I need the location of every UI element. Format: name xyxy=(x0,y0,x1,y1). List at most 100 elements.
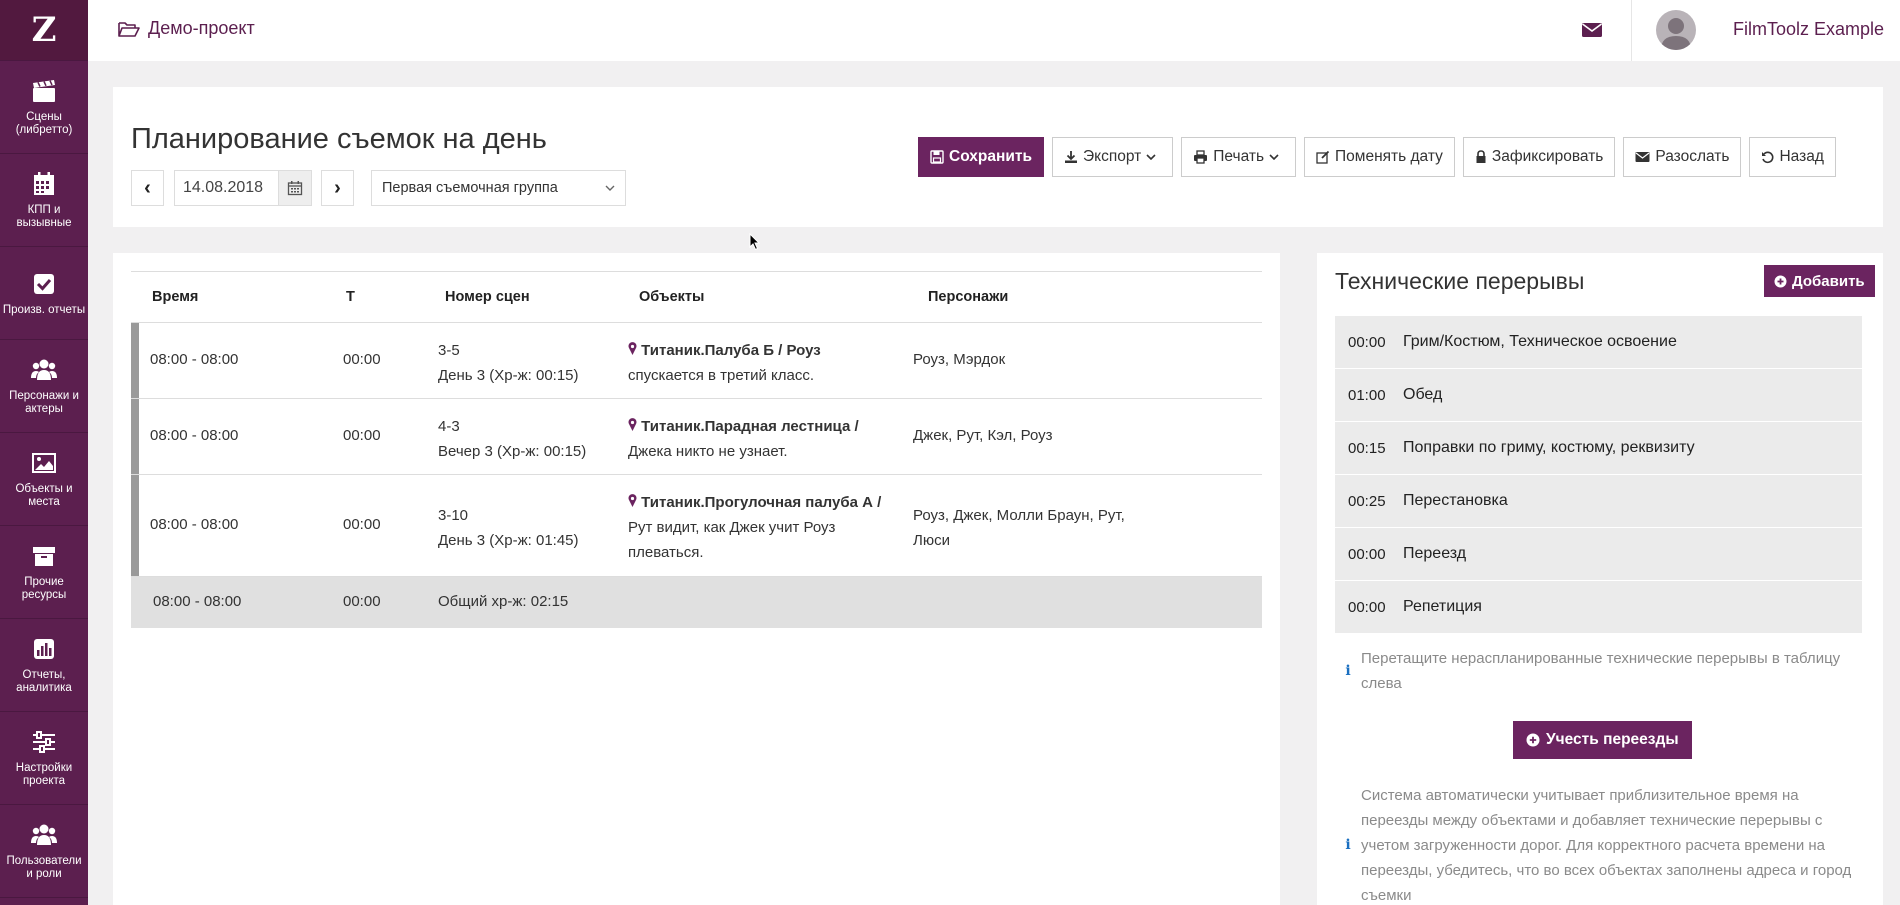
sidebar-item-label: Пользователи и роли xyxy=(6,855,82,880)
info-line: Система автоматически учитывает приблизи… xyxy=(1361,787,1799,804)
row-time: 08:00 - 08:00 xyxy=(150,427,239,444)
sidebar-item-label: Отчеты, аналитика xyxy=(16,669,72,694)
break-time: 00:00 xyxy=(1348,545,1386,563)
prev-day-button[interactable]: ‹ xyxy=(131,170,164,206)
sidebar-item-reports[interactable]: Произв. отчеты xyxy=(0,247,88,340)
toolbar: Сохранить Экспорт Печать Поменять дату З… xyxy=(918,137,1844,177)
group-select-value: Первая съемочная группа xyxy=(382,180,558,196)
export-label: Экспорт xyxy=(1083,148,1142,165)
change-date-button[interactable]: Поменять дату xyxy=(1304,137,1455,177)
logo-text: Z xyxy=(31,10,57,50)
chevron-down-icon xyxy=(605,185,615,191)
chevron-down-icon xyxy=(1269,154,1279,160)
info-line: съемки xyxy=(1361,887,1412,904)
object-title[interactable]: Титаник.Парадная лестница / xyxy=(641,418,858,435)
account-transfers-label: Учесть переезды xyxy=(1546,731,1679,748)
envelope-icon[interactable] xyxy=(1581,19,1603,41)
header-panel: Планирование съемок на день ‹ 14.08.2018… xyxy=(113,87,1883,227)
breaks-title: Технические перерывы xyxy=(1335,268,1585,294)
tech-breaks-panel: Технические перерывы Добавить 00:00 Грим/… xyxy=(1317,253,1883,905)
row-scene: 4-3 Вечер 3 (Хр-ж: 00:15) xyxy=(438,414,586,464)
account-transfers-button[interactable]: Учесть переезды xyxy=(1513,721,1692,759)
undo-icon xyxy=(1762,151,1774,163)
break-item[interactable]: 00:00 Грим/Костюм, Техническое освоение xyxy=(1335,316,1862,369)
row-t: 00:00 xyxy=(343,516,381,533)
schedule-panel: Время Т Номер сцен Объекты Персонажи 08:… xyxy=(113,253,1280,905)
row-t: 00:00 xyxy=(343,351,381,368)
row-object: Титаник.Парадная лестница / Джека никто … xyxy=(628,414,859,464)
calendar-button[interactable] xyxy=(278,170,312,206)
avatar[interactable] xyxy=(1656,10,1696,50)
break-time: 00:00 xyxy=(1348,333,1386,351)
col-characters[interactable]: Персонажи xyxy=(928,289,1008,305)
date-input[interactable]: 14.08.2018 xyxy=(174,170,278,206)
project-link[interactable]: Демо-проект xyxy=(118,18,255,39)
add-break-button[interactable]: Добавить xyxy=(1764,265,1875,297)
scene-info: Вечер 3 (Хр-ж: 00:15) xyxy=(438,443,587,460)
user-name[interactable]: FilmToolz Example xyxy=(1733,19,1884,40)
print-label: Печать xyxy=(1213,148,1265,165)
row-drag-handle[interactable] xyxy=(131,475,139,576)
group-select[interactable]: Первая съемочная группа xyxy=(371,170,626,206)
break-name: Поправки по гриму, костюму, реквизиту xyxy=(1403,439,1695,456)
print-button[interactable]: Печать xyxy=(1181,137,1297,177)
user-silhouette-icon xyxy=(1661,18,1691,50)
row-object: Титаник.Прогулочная палуба А / Рут видит… xyxy=(628,490,881,565)
total-row: 08:00 - 08:00 00:00 Общий хр-ж: 02:15 xyxy=(131,577,1262,628)
total-time: 08:00 - 08:00 xyxy=(153,593,242,610)
break-item[interactable]: 00:15 Поправки по гриму, костюму, реквизи… xyxy=(1335,422,1862,475)
drag-hint: i Перетащите нераспланированные техничес… xyxy=(1335,646,1840,696)
break-item[interactable]: 00:00 Репетиция xyxy=(1335,581,1862,634)
characters-line: Люси xyxy=(913,532,950,549)
col-objects[interactable]: Объекты xyxy=(639,289,704,305)
back-button[interactable]: Назад xyxy=(1749,137,1836,177)
image-icon xyxy=(32,453,56,473)
sidebar-item-users[interactable]: Пользователи и роли xyxy=(0,805,88,898)
export-button[interactable]: Экспорт xyxy=(1052,137,1174,177)
sidebar-item-scenes[interactable]: Сцены (либретто) xyxy=(0,61,88,154)
sidebar-item-analytics[interactable]: Отчеты, аналитика xyxy=(0,619,88,712)
break-item[interactable]: 00:25 Перестановка xyxy=(1335,475,1862,528)
table-row[interactable]: 08:00 - 08:00 00:00 4-3 Вечер 3 (Хр-ж: 0… xyxy=(131,399,1262,475)
printer-icon xyxy=(1194,150,1208,164)
sidebar-item-kpp[interactable]: КПП и вызывные xyxy=(0,154,88,247)
sliders-icon xyxy=(33,731,55,753)
table-row[interactable]: 08:00 - 08:00 00:00 3-5 День 3 (Хр-ж: 00… xyxy=(131,323,1262,399)
row-scene: 3-5 День 3 (Хр-ж: 00:15) xyxy=(438,338,579,388)
total-duration: Общий хр-ж: 02:15 xyxy=(438,593,569,610)
sidebar-item-resources[interactable]: Прочие ресурсы xyxy=(0,526,88,619)
send-button[interactable]: Разослать xyxy=(1623,137,1742,177)
col-t[interactable]: Т xyxy=(346,289,355,305)
col-time[interactable]: Время xyxy=(152,289,198,305)
sidebar-item-settings[interactable]: Настройки проекта xyxy=(0,712,88,805)
col-scenes[interactable]: Номер сцен xyxy=(445,289,530,305)
break-item[interactable]: 00:00 Переезд xyxy=(1335,528,1862,581)
lock-button[interactable]: Зафиксировать xyxy=(1462,137,1616,177)
lock-label: Зафиксировать xyxy=(1491,148,1604,165)
sidebar-item-label: Настройки проекта xyxy=(15,762,73,787)
map-marker-icon xyxy=(628,418,637,431)
table-header: Время Т Номер сцен Объекты Персонажи xyxy=(131,271,1262,323)
next-day-button[interactable]: › xyxy=(321,170,354,206)
info-line: переезды, убедитесь, что во всех объекта… xyxy=(1361,862,1852,879)
object-title[interactable]: Титаник.Прогулочная палуба А / xyxy=(641,494,881,511)
sidebar-item-label: Произв. отчеты xyxy=(2,303,86,316)
sidebar-item-characters[interactable]: Персонажи и актеры xyxy=(0,340,88,433)
scene-number: 3-5 xyxy=(438,342,460,359)
sidebar-item-objects[interactable]: Объекты и места xyxy=(0,433,88,526)
break-list: 00:00 Грим/Костюм, Техническое освоение 0… xyxy=(1335,316,1862,634)
edit-icon xyxy=(1316,150,1330,164)
folder-open-icon xyxy=(118,21,140,37)
break-item[interactable]: 01:00 Обед xyxy=(1335,369,1862,422)
project-name: Демо-проект xyxy=(148,18,255,38)
app-logo[interactable]: Z xyxy=(0,0,88,61)
break-time: 00:15 xyxy=(1348,439,1386,457)
row-drag-handle[interactable] xyxy=(131,323,139,398)
row-scene: 3-10 День 3 (Хр-ж: 01:45) xyxy=(438,503,579,553)
mouse-cursor-icon xyxy=(749,233,761,251)
save-button[interactable]: Сохранить xyxy=(918,137,1044,177)
table-row[interactable]: 08:00 - 08:00 00:00 3-10 День 3 (Хр-ж: 0… xyxy=(131,475,1262,577)
object-title[interactable]: Титаник.Палуба Б / Роуз xyxy=(641,342,821,359)
row-drag-handle[interactable] xyxy=(131,399,139,474)
clapperboard-icon xyxy=(33,80,55,102)
